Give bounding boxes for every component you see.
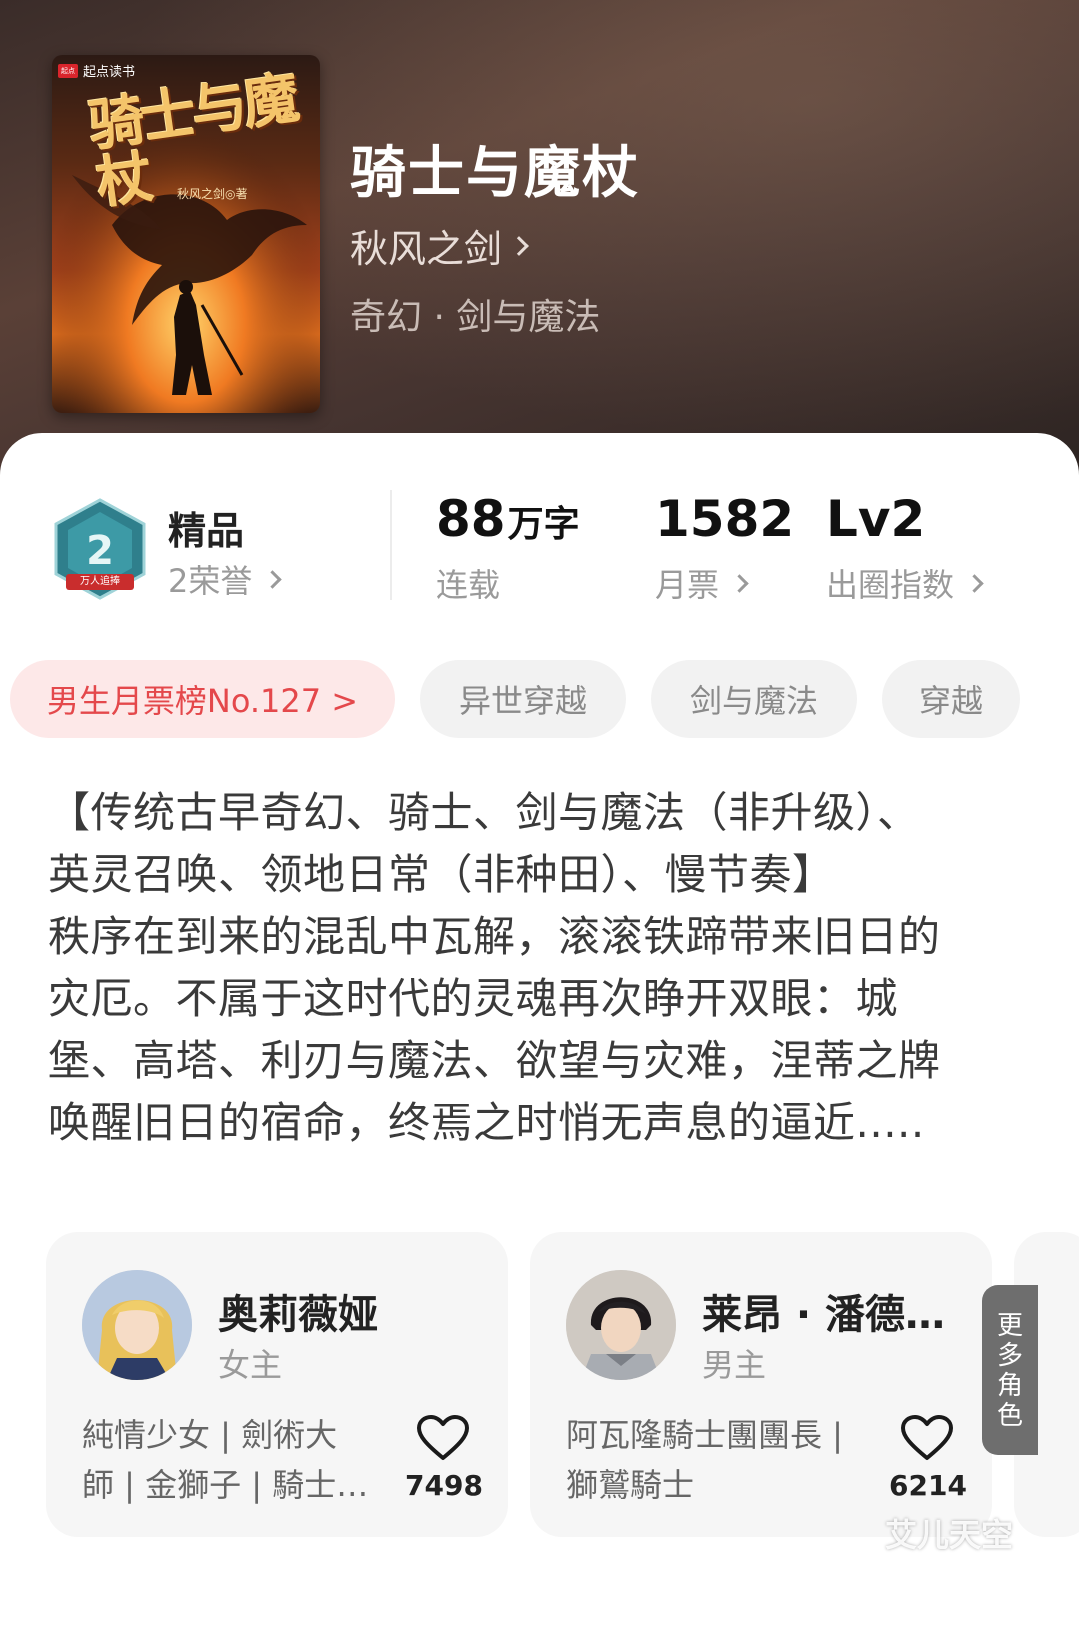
word-count-label: 连载 — [436, 560, 500, 606]
chevron-right-icon — [509, 235, 529, 256]
tag-chip-transmigration[interactable]: 穿越 — [882, 660, 1020, 738]
tag-chip-isekai[interactable]: 异世穿越 — [420, 660, 626, 738]
book-title: 骑士与魔杖 — [350, 141, 640, 206]
monthly-tickets-link[interactable]: 月票 — [655, 560, 749, 606]
quality-title: 精品 — [168, 509, 245, 553]
word-count-unit: 万字 — [507, 504, 580, 545]
synopsis-line: 【传统古早奇幻、骑士、剑与魔法（非升级）、 — [48, 788, 920, 837]
book-genre: 奇幻 · 剑与魔法 — [350, 297, 601, 338]
publisher-name: 起点读书 — [83, 65, 136, 80]
popularity-index-label: 出圈指数 — [826, 566, 955, 604]
avatar — [566, 1270, 676, 1380]
character-tags: 純情少女 | 劍術大 師 | 金獅子 | 騎士… — [82, 1410, 402, 1510]
honor-label: 2荣誉 — [168, 562, 253, 600]
word-count-number: 88 — [436, 490, 506, 548]
character-name: 奥莉薇娅 — [218, 1292, 378, 1338]
author-link[interactable]: 秋风之剑 — [350, 218, 529, 273]
character-card[interactable]: 奥莉薇娅 女主 純情少女 | 劍術大 師 | 金獅子 | 騎士… 7498 — [46, 1232, 508, 1537]
heart-icon[interactable] — [416, 1414, 470, 1462]
synopsis-line: 灾厄。不属于这时代的灵魂再次睁开双眼：城 — [48, 974, 899, 1023]
synopsis-line: 堡、高塔、利刃与魔法、欲望与灾难，涅蒂之牌 — [48, 1036, 941, 1085]
quality-badge-icon[interactable]: 2 万人追捧 — [52, 498, 148, 602]
chevron-right-icon — [965, 573, 984, 593]
character-tags-line: 阿瓦隆騎士團團長 | — [566, 1416, 843, 1454]
character-role: 男主 — [702, 1346, 767, 1384]
more-roles-button[interactable]: 更多角色 — [982, 1285, 1038, 1455]
synopsis[interactable]: 【传统古早奇幻、骑士、剑与魔法（非升级）、 英灵召唤、领地日常（非种田）、慢节奏… — [48, 782, 1033, 1154]
synopsis-line: 唤醒旧日的宿命，终焉之时悄无声息的逼近..... — [48, 1098, 925, 1147]
author-name: 秋风之剑 — [350, 227, 503, 271]
svg-text:2: 2 — [86, 528, 114, 574]
honor-link[interactable]: 2荣誉 — [168, 556, 283, 602]
chevron-right-icon — [730, 573, 749, 593]
monthly-tickets-value: 1582 — [655, 490, 795, 548]
like-count: 6214 — [889, 1469, 967, 1502]
character-tags-line: 純情少女 | 劍術大 — [82, 1416, 338, 1454]
synopsis-line: 英灵召唤、领地日常（非种田）、慢节奏】 — [48, 850, 835, 899]
more-roles-label: 更多角色 — [996, 1311, 1023, 1431]
synopsis-line: 秩序在到来的混乱中瓦解，滚滚铁蹄带来旧日的 — [48, 912, 941, 961]
avatar — [82, 1270, 192, 1380]
heart-icon[interactable] — [900, 1414, 954, 1462]
monthly-tickets-label: 月票 — [655, 566, 720, 604]
word-count-value: 88万字 — [436, 490, 580, 548]
watermark: 艾儿天空 — [885, 1516, 1014, 1554]
badge-ribbon-text: 万人追捧 — [80, 576, 120, 587]
divider — [390, 490, 392, 600]
publisher-mark: 起点 起点读书 — [58, 61, 135, 80]
character-card[interactable]: 莱昂 · 潘德… 男主 阿瓦隆騎士團團長 | 獅鷲騎士 6214 — [530, 1232, 992, 1537]
character-tags-line: 師 | 金獅子 | 騎士… — [82, 1466, 369, 1504]
chevron-right-icon — [263, 569, 283, 589]
character-name: 莱昂 · 潘德… — [702, 1292, 946, 1338]
like-count: 7498 — [405, 1469, 483, 1502]
popularity-level-value: Lv2 — [826, 490, 926, 548]
book-cover[interactable]: 起点 起点读书 骑士与魔杖 秋风之剑◎著 — [52, 55, 320, 413]
character-role: 女主 — [218, 1346, 283, 1384]
cover-author: 秋风之剑◎著 — [177, 187, 248, 201]
rank-chip[interactable]: 男生月票榜No.127 > — [10, 660, 395, 738]
publisher-logo-icon: 起点 — [58, 63, 78, 78]
serial-status: 连载 — [436, 566, 501, 604]
character-tags-line: 獅鷲騎士 — [566, 1466, 695, 1504]
tag-chip-sword-magic[interactable]: 剑与魔法 — [651, 660, 857, 738]
popularity-index-link[interactable]: 出圈指数 — [826, 560, 984, 606]
character-tags: 阿瓦隆騎士團團長 | 獅鷲騎士 — [566, 1410, 886, 1510]
